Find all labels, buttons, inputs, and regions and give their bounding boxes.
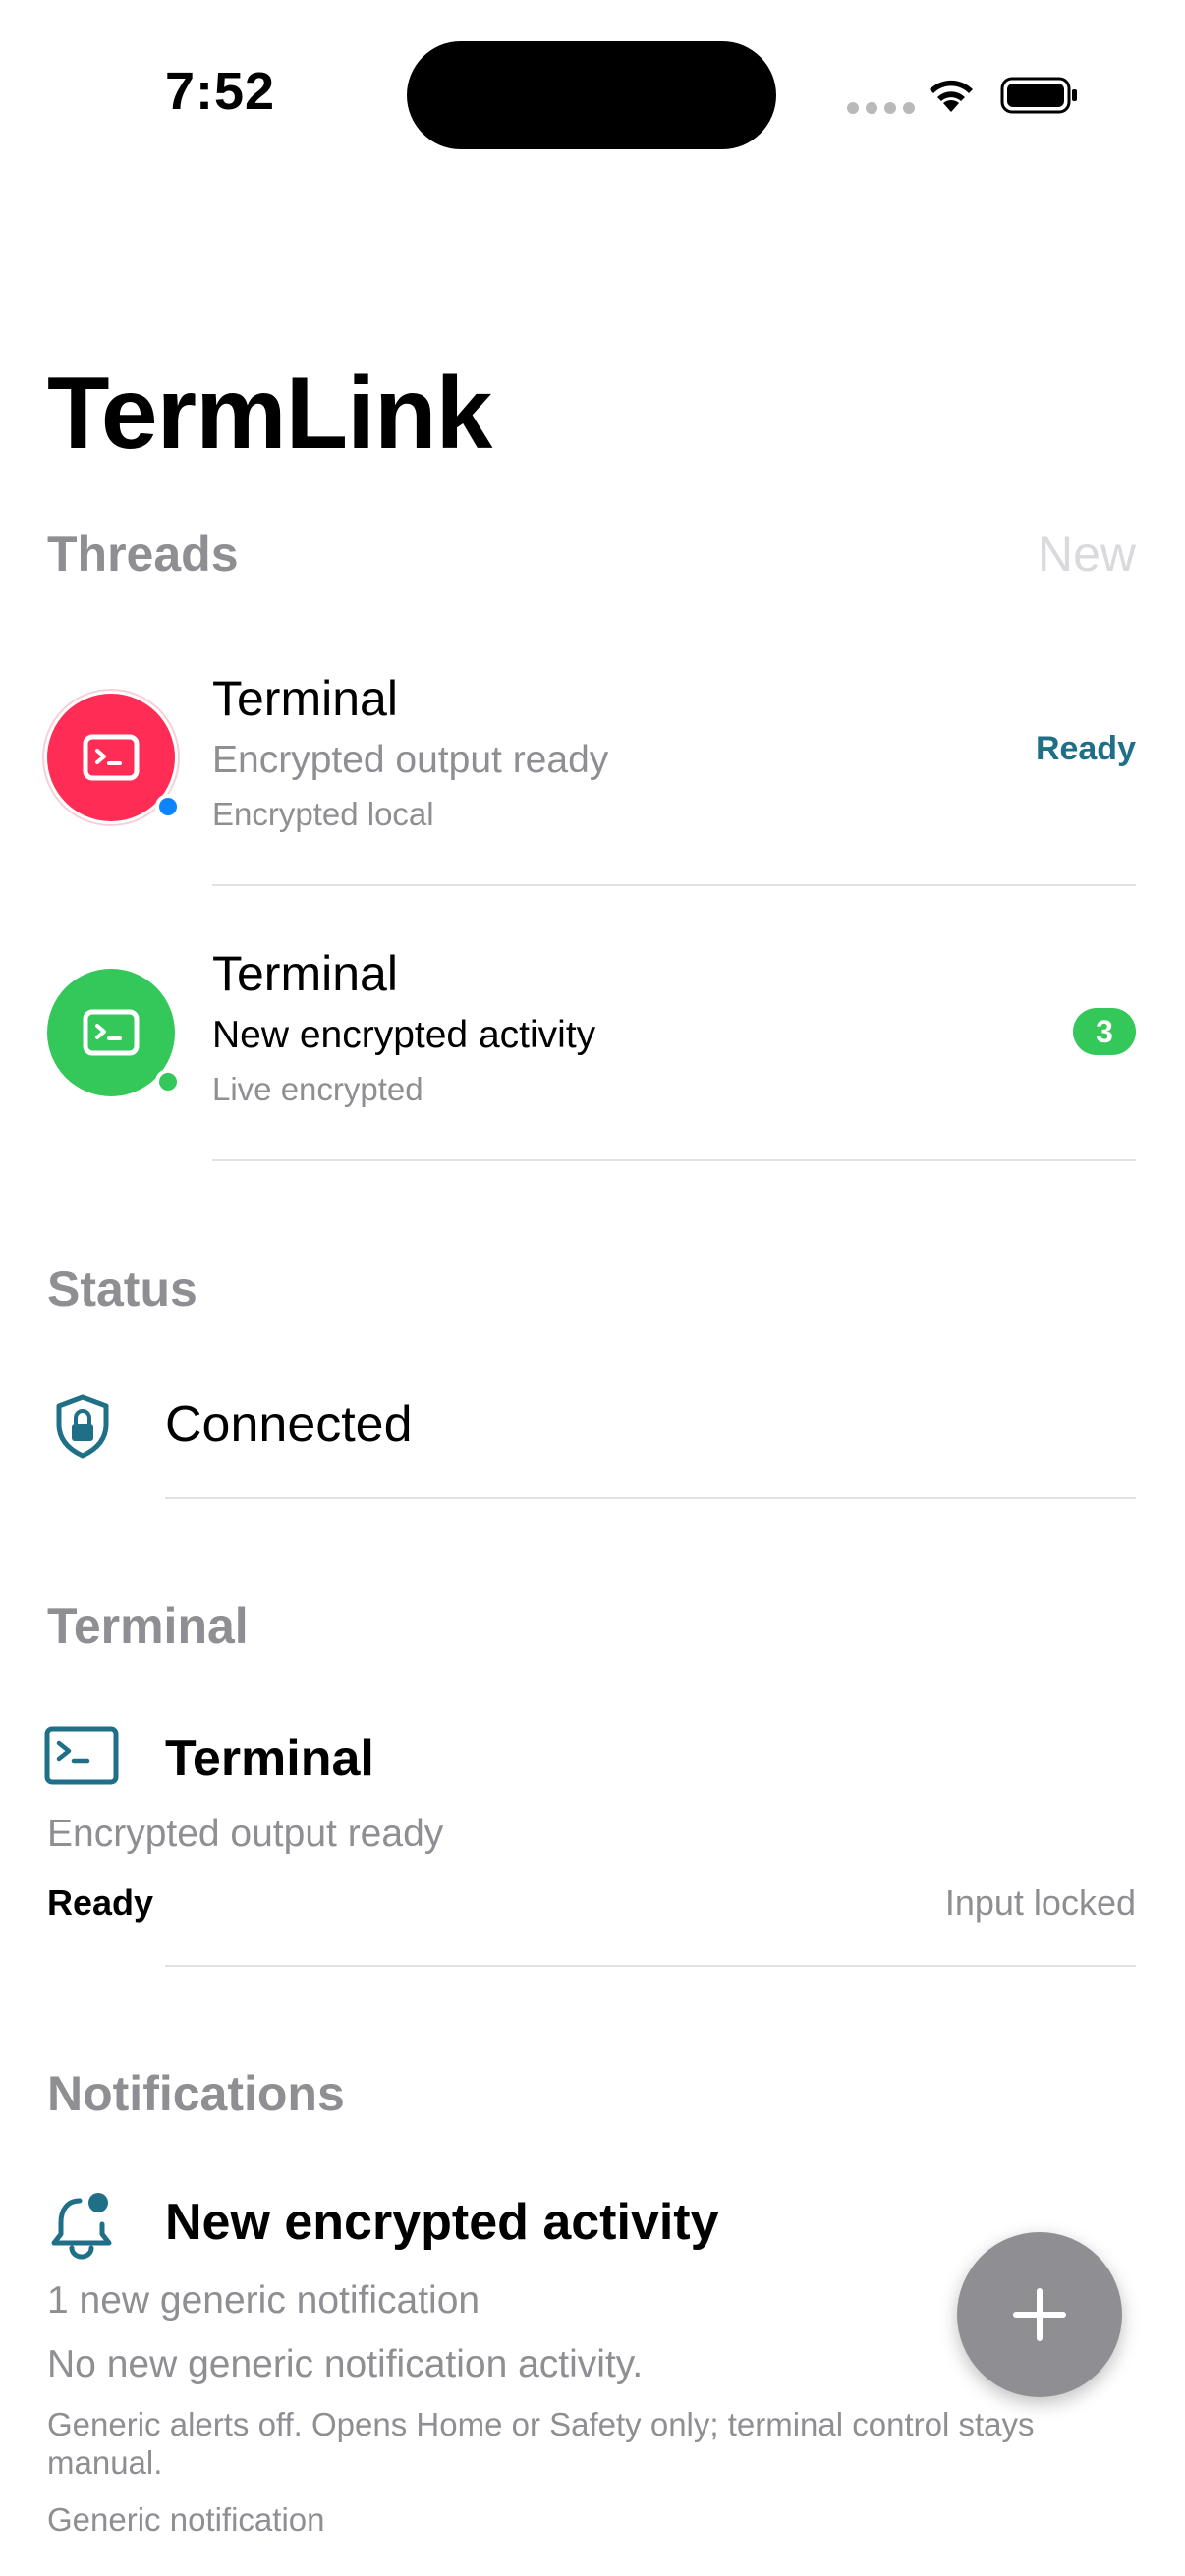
notification-description: Generic alerts off. Opens Home or Safety… [47,2406,1035,2481]
thread-row[interactable]: Terminal Encrypted output ready Encrypte… [0,648,1185,924]
wifi-icon [930,80,973,112]
thread-subtitle: New encrypted activity [212,1014,596,1056]
terminal-title: Terminal [165,1730,374,1787]
notification-kind: Generic notification [47,2501,325,2538]
thread-meta: Encrypted local [212,796,434,832]
terminal-icon [44,1726,119,1785]
divider [212,1159,1136,1161]
terminal-state: Ready [47,1882,154,1923]
divider [165,1497,1136,1499]
plus-icon [1013,2288,1066,2341]
new-thread-button[interactable]: New [1038,526,1136,583]
terminal-icon [83,1009,140,1056]
add-button[interactable] [957,2232,1122,2397]
connection-status: Connected [165,1396,413,1453]
terminal-section-label: Terminal [47,1598,249,1653]
unread-count-badge: 3 [1073,1008,1136,1055]
notification-activity: No new generic notification activity. [47,2343,644,2385]
bell-badge-icon [51,2193,112,2260]
unread-dot [155,794,181,819]
notifications-section-label: Notifications [47,2066,345,2121]
thread-status-tag: Ready [1035,730,1136,767]
notification-title: New encrypted activity [165,2194,719,2251]
home-screen: 7:52 TermLink Threads New Terminal Encry… [0,0,1185,2576]
thread-meta: Live encrypted [212,1071,423,1107]
shield-lock-icon [56,1394,109,1459]
battery-icon [1000,77,1077,114]
threads-section-label: Threads [47,527,239,582]
terminal-icon [83,734,140,781]
thread-title: Terminal [212,671,398,726]
status-time: 7:52 [165,62,276,121]
thread-row[interactable]: Terminal New encrypted activity Live enc… [0,924,1185,1199]
notification-count: 1 new generic notification [47,2279,480,2322]
terminal-subtitle: Encrypted output ready [47,1813,444,1855]
page-title: TermLink [47,357,492,471]
divider [212,884,1136,886]
status-section-label: Status [47,1261,198,1316]
thread-subtitle: Encrypted output ready [212,739,609,781]
thread-title: Terminal [212,946,398,1001]
cellular-icon [847,102,915,114]
divider [165,1965,1136,1967]
online-dot [155,1069,181,1094]
input-lock-status: Input locked [944,1882,1136,1923]
status-bar: 7:52 [0,0,1185,187]
dynamic-island [407,41,776,149]
